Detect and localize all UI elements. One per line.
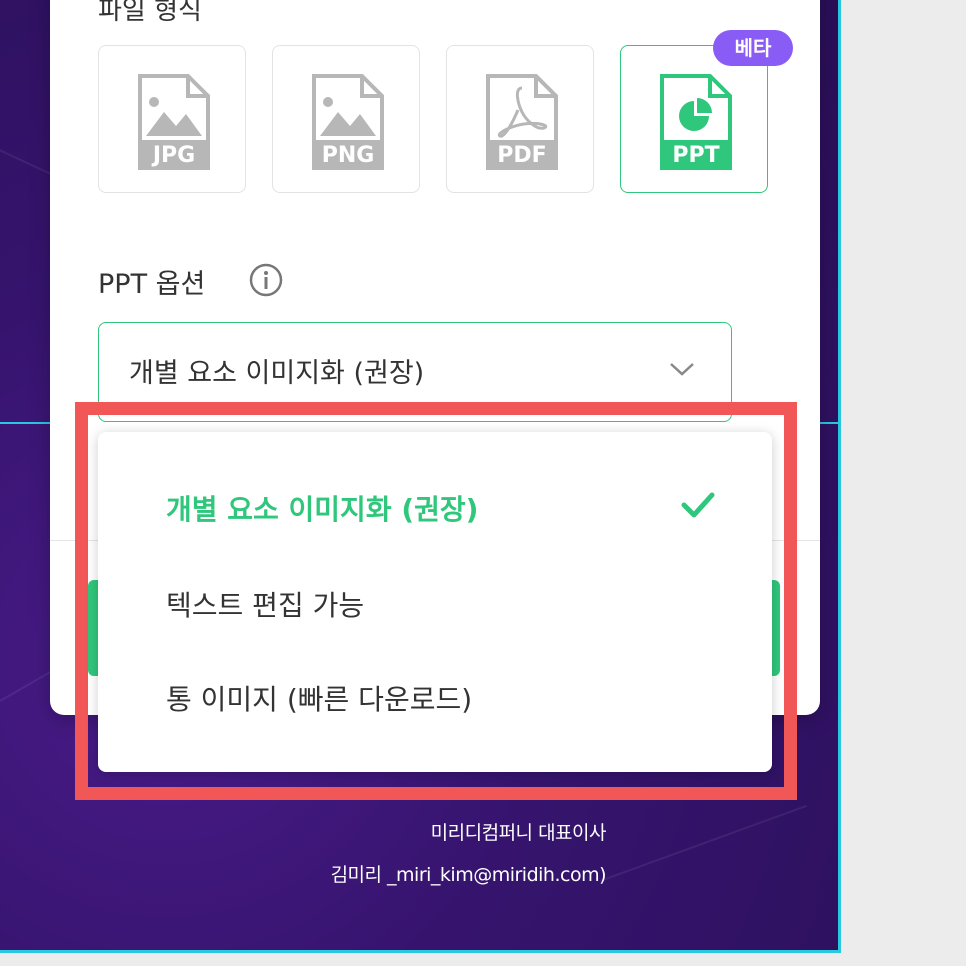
dropdown-option-whole-image[interactable]: 통 이미지 (빠른 다운로드) [166,678,472,718]
svg-text:PNG: PNG [322,143,375,168]
canvas-text-email[interactable]: 김미리 _miri_kim@miridih.com) [331,860,607,887]
select-current-value: 개별 요소 이미지화 (권장) [129,358,425,389]
dropdown-option-individual-images[interactable]: 개별 요소 이미지화 (권장) [166,488,478,528]
pdf-file-icon: PDF [486,74,558,170]
svg-text:PDF: PDF [497,143,546,168]
svg-text:JPG: JPG [151,143,195,168]
format-option-jpg[interactable]: JPG [98,45,246,193]
ppt-options-label: PPT 옵션 [98,269,206,300]
format-option-ppt[interactable]: PPT [620,45,768,193]
svg-text:PPT: PPT [672,143,719,168]
dropdown-option-editable-text[interactable]: 텍스트 편집 가능 [166,584,364,624]
decor-line [599,804,808,882]
format-option-pdf[interactable]: PDF [446,45,594,193]
beta-badge: 베타 [713,30,793,66]
png-file-icon: PNG [312,74,384,170]
info-icon[interactable] [248,262,284,298]
canvas-text-title[interactable]: 미리디컴퍼니 대표이사 [431,818,607,845]
format-option-png[interactable]: PNG [272,45,420,193]
jpg-file-icon: JPG [138,74,210,170]
ppt-file-icon: PPT [660,74,732,170]
ppt-option-dropdown: 개별 요소 이미지화 (권장) 텍스트 편집 가능 통 이미지 (빠른 다운로드… [98,432,772,772]
file-format-heading: 파일 형식 [98,0,202,26]
check-icon [681,492,715,518]
chevron-down-icon [670,363,694,376]
